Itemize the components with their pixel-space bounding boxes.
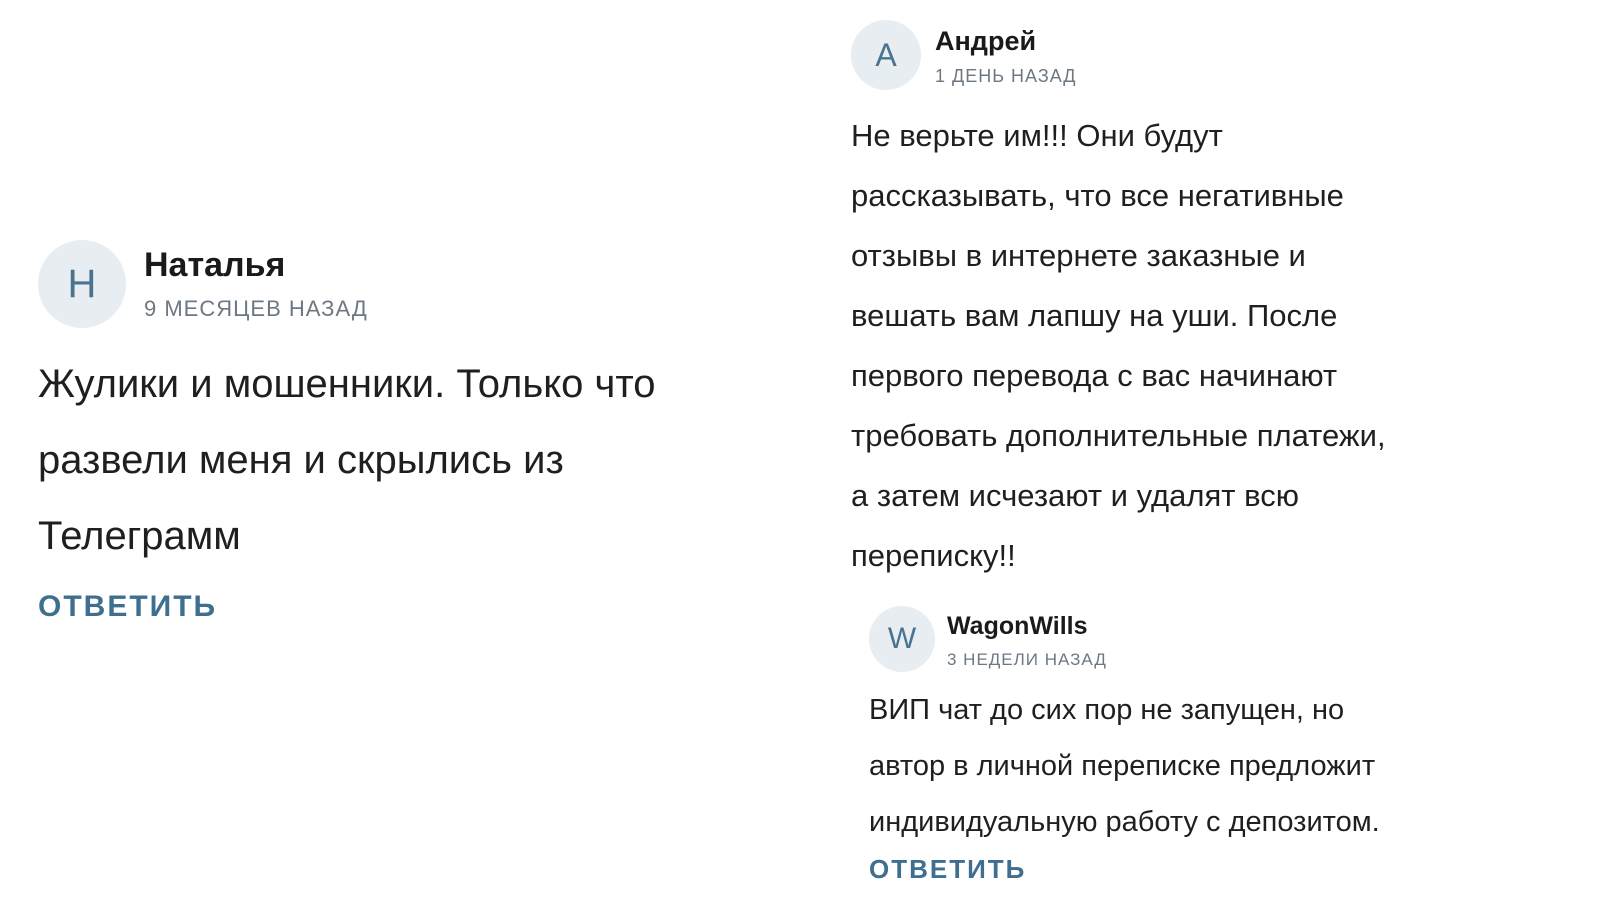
comment-header: Н Наталья 9 МЕСЯЦЕВ НАЗАД (38, 240, 798, 328)
avatar[interactable]: W (869, 606, 935, 672)
comment-text: Жулики и мошенники. Только что развели м… (38, 362, 656, 558)
reply-button[interactable]: ОТВЕТИТЬ (869, 854, 1026, 885)
author-name[interactable]: Наталья (144, 244, 368, 286)
comment-wagonwills: W WagonWills 3 НЕДЕЛИ НАЗАД ВИП чат до с… (869, 606, 1529, 885)
comment-timestamp: 3 НЕДЕЛИ НАЗАД (947, 650, 1107, 669)
comment-header: W WagonWills 3 НЕДЕЛИ НАЗАД (869, 606, 1529, 672)
comment-meta: Андрей 1 ДЕНЬ НАЗАД (935, 24, 1077, 87)
avatar[interactable]: Н (38, 240, 126, 328)
comment-text: ВИП чат до сих пор не запущен, но автор … (869, 694, 1380, 838)
comment-meta: WagonWills 3 НЕДЕЛИ НАЗАД (947, 610, 1107, 670)
comment-header: А Андрей 1 ДЕНЬ НАЗАД (851, 20, 1511, 90)
comment-natalya: Н Наталья 9 МЕСЯЦЕВ НАЗАД Жулики и мошен… (38, 240, 798, 624)
author-name[interactable]: Андрей (935, 24, 1077, 58)
comment-andrey: А Андрей 1 ДЕНЬ НАЗАД Не верьте им!!! Он… (851, 20, 1511, 586)
comment-meta: Наталья 9 МЕСЯЦЕВ НАЗАД (144, 244, 368, 322)
comment-timestamp: 9 МЕСЯЦЕВ НАЗАД (144, 296, 368, 321)
comment-timestamp: 1 ДЕНЬ НАЗАД (935, 66, 1077, 86)
author-name[interactable]: WagonWills (947, 610, 1107, 642)
reply-button[interactable]: ОТВЕТИТЬ (38, 590, 217, 624)
comment-text: Не верьте им!!! Они будут рассказывать, … (851, 118, 1386, 573)
comments-page: Н Наталья 9 МЕСЯЦЕВ НАЗАД Жулики и мошен… (0, 0, 1600, 900)
avatar[interactable]: А (851, 20, 921, 90)
